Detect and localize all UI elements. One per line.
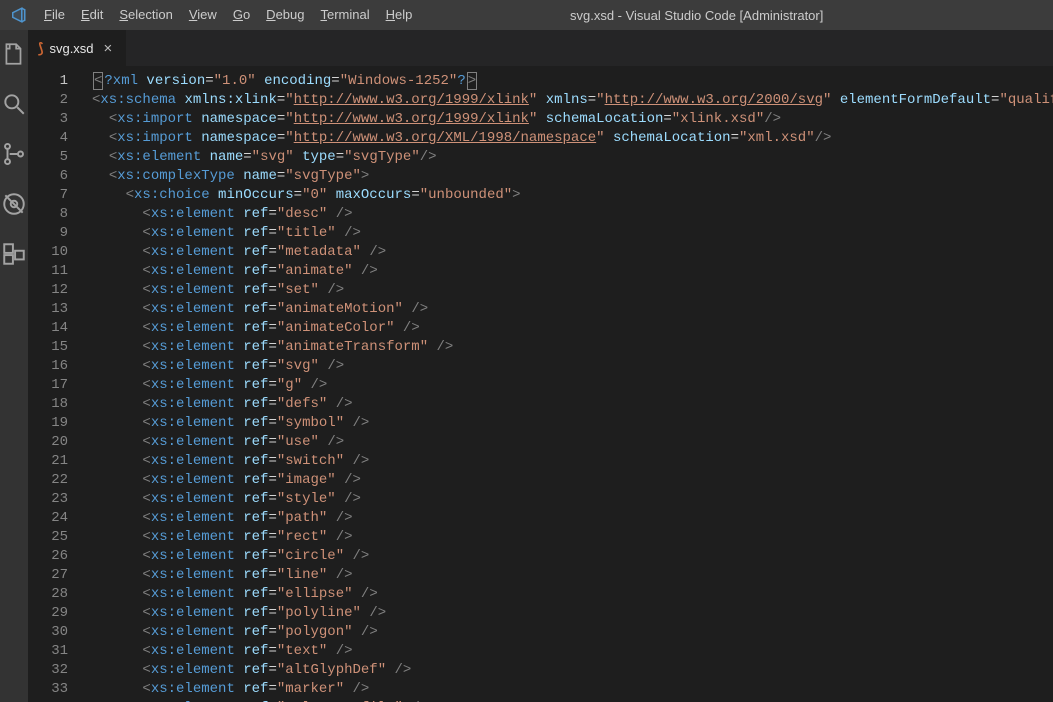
menu-file[interactable]: File: [36, 0, 73, 30]
code-line[interactable]: <xs:element ref="set" />: [92, 281, 1053, 300]
code-line[interactable]: <xs:element ref="text" />: [92, 642, 1053, 661]
debug-icon[interactable]: [0, 190, 28, 218]
menu-edit[interactable]: Edit: [73, 0, 111, 30]
code-line[interactable]: <xs:element ref="ellipse" />: [92, 585, 1053, 604]
code-line[interactable]: <xs:choice minOccurs="0" maxOccurs="unbo…: [92, 186, 1053, 205]
code-line[interactable]: <xs:import namespace="http://www.w3.org/…: [92, 110, 1053, 129]
menu-terminal[interactable]: Terminal: [312, 0, 377, 30]
title-bar: File Edit Selection View Go Debug Termin…: [0, 0, 1053, 30]
explorer-icon[interactable]: [0, 40, 28, 68]
editor[interactable]: 1234567891011121314151617181920212223242…: [28, 66, 1053, 702]
code-line[interactable]: <xs:element ref="title" />: [92, 224, 1053, 243]
search-icon[interactable]: [0, 90, 28, 118]
code-line[interactable]: <xs:element ref="defs" />: [92, 395, 1053, 414]
menu-view[interactable]: View: [181, 0, 225, 30]
tab-label: svg.xsd: [49, 41, 93, 56]
close-icon[interactable]: ×: [100, 40, 117, 57]
code-line[interactable]: <?xml version="1.0" encoding="Windows-12…: [92, 72, 1053, 91]
code-line[interactable]: <xs:element ref="switch" />: [92, 452, 1053, 471]
code-content[interactable]: <?xml version="1.0" encoding="Windows-12…: [92, 66, 1053, 702]
window-title: svg.xsd - Visual Studio Code [Administra…: [420, 8, 1053, 23]
menu-help[interactable]: Help: [378, 0, 421, 30]
code-line[interactable]: <xs:element ref="use" />: [92, 433, 1053, 452]
menu-selection[interactable]: Selection: [111, 0, 180, 30]
activity-bar: [0, 30, 28, 702]
code-line[interactable]: <xs:element ref="image" />: [92, 471, 1053, 490]
code-line[interactable]: <xs:element ref="altGlyphDef" />: [92, 661, 1053, 680]
code-line[interactable]: <xs:element ref="polyline" />: [92, 604, 1053, 623]
code-line[interactable]: <xs:element ref="animateMotion" />: [92, 300, 1053, 319]
code-line[interactable]: <xs:element ref="path" />: [92, 509, 1053, 528]
code-line[interactable]: <xs:schema xmlns:xlink="http://www.w3.or…: [92, 91, 1053, 110]
line-number-gutter: 1234567891011121314151617181920212223242…: [28, 66, 92, 702]
code-line[interactable]: <xs:element ref="line" />: [92, 566, 1053, 585]
code-line[interactable]: <xs:element ref="animate" />: [92, 262, 1053, 281]
source-control-icon[interactable]: [0, 140, 28, 168]
menu-bar: File Edit Selection View Go Debug Termin…: [36, 0, 420, 30]
menu-debug[interactable]: Debug: [258, 0, 312, 30]
tab-bar: ⟆ svg.xsd ×: [28, 30, 1053, 66]
code-line[interactable]: <xs:element ref="svg" />: [92, 357, 1053, 376]
code-line[interactable]: <xs:element ref="style" />: [92, 490, 1053, 509]
file-icon: ⟆: [38, 40, 43, 57]
code-line[interactable]: <xs:import namespace="http://www.w3.org/…: [92, 129, 1053, 148]
code-line[interactable]: <xs:element ref="marker" />: [92, 680, 1053, 699]
code-line[interactable]: <xs:element ref="rect" />: [92, 528, 1053, 547]
code-line[interactable]: <xs:element ref="desc" />: [92, 205, 1053, 224]
tab-svg-xsd[interactable]: ⟆ svg.xsd ×: [28, 30, 126, 66]
code-line[interactable]: <xs:element ref="polygon" />: [92, 623, 1053, 642]
code-line[interactable]: <xs:element ref="animateColor" />: [92, 319, 1053, 338]
editor-area: ⟆ svg.xsd × 1234567891011121314151617181…: [28, 30, 1053, 702]
code-line[interactable]: <xs:element ref="g" />: [92, 376, 1053, 395]
menu-go[interactable]: Go: [225, 0, 258, 30]
code-line[interactable]: <xs:element ref="animateTransform" />: [92, 338, 1053, 357]
code-line[interactable]: <xs:element ref="symbol" />: [92, 414, 1053, 433]
extensions-icon[interactable]: [0, 240, 28, 268]
code-line[interactable]: <xs:element name="svg" type="svgType"/>: [92, 148, 1053, 167]
code-line[interactable]: <xs:complexType name="svgType">: [92, 167, 1053, 186]
code-line[interactable]: <xs:element ref="circle" />: [92, 547, 1053, 566]
code-line[interactable]: <xs:element ref="metadata" />: [92, 243, 1053, 262]
vscode-logo-icon: [0, 6, 36, 24]
